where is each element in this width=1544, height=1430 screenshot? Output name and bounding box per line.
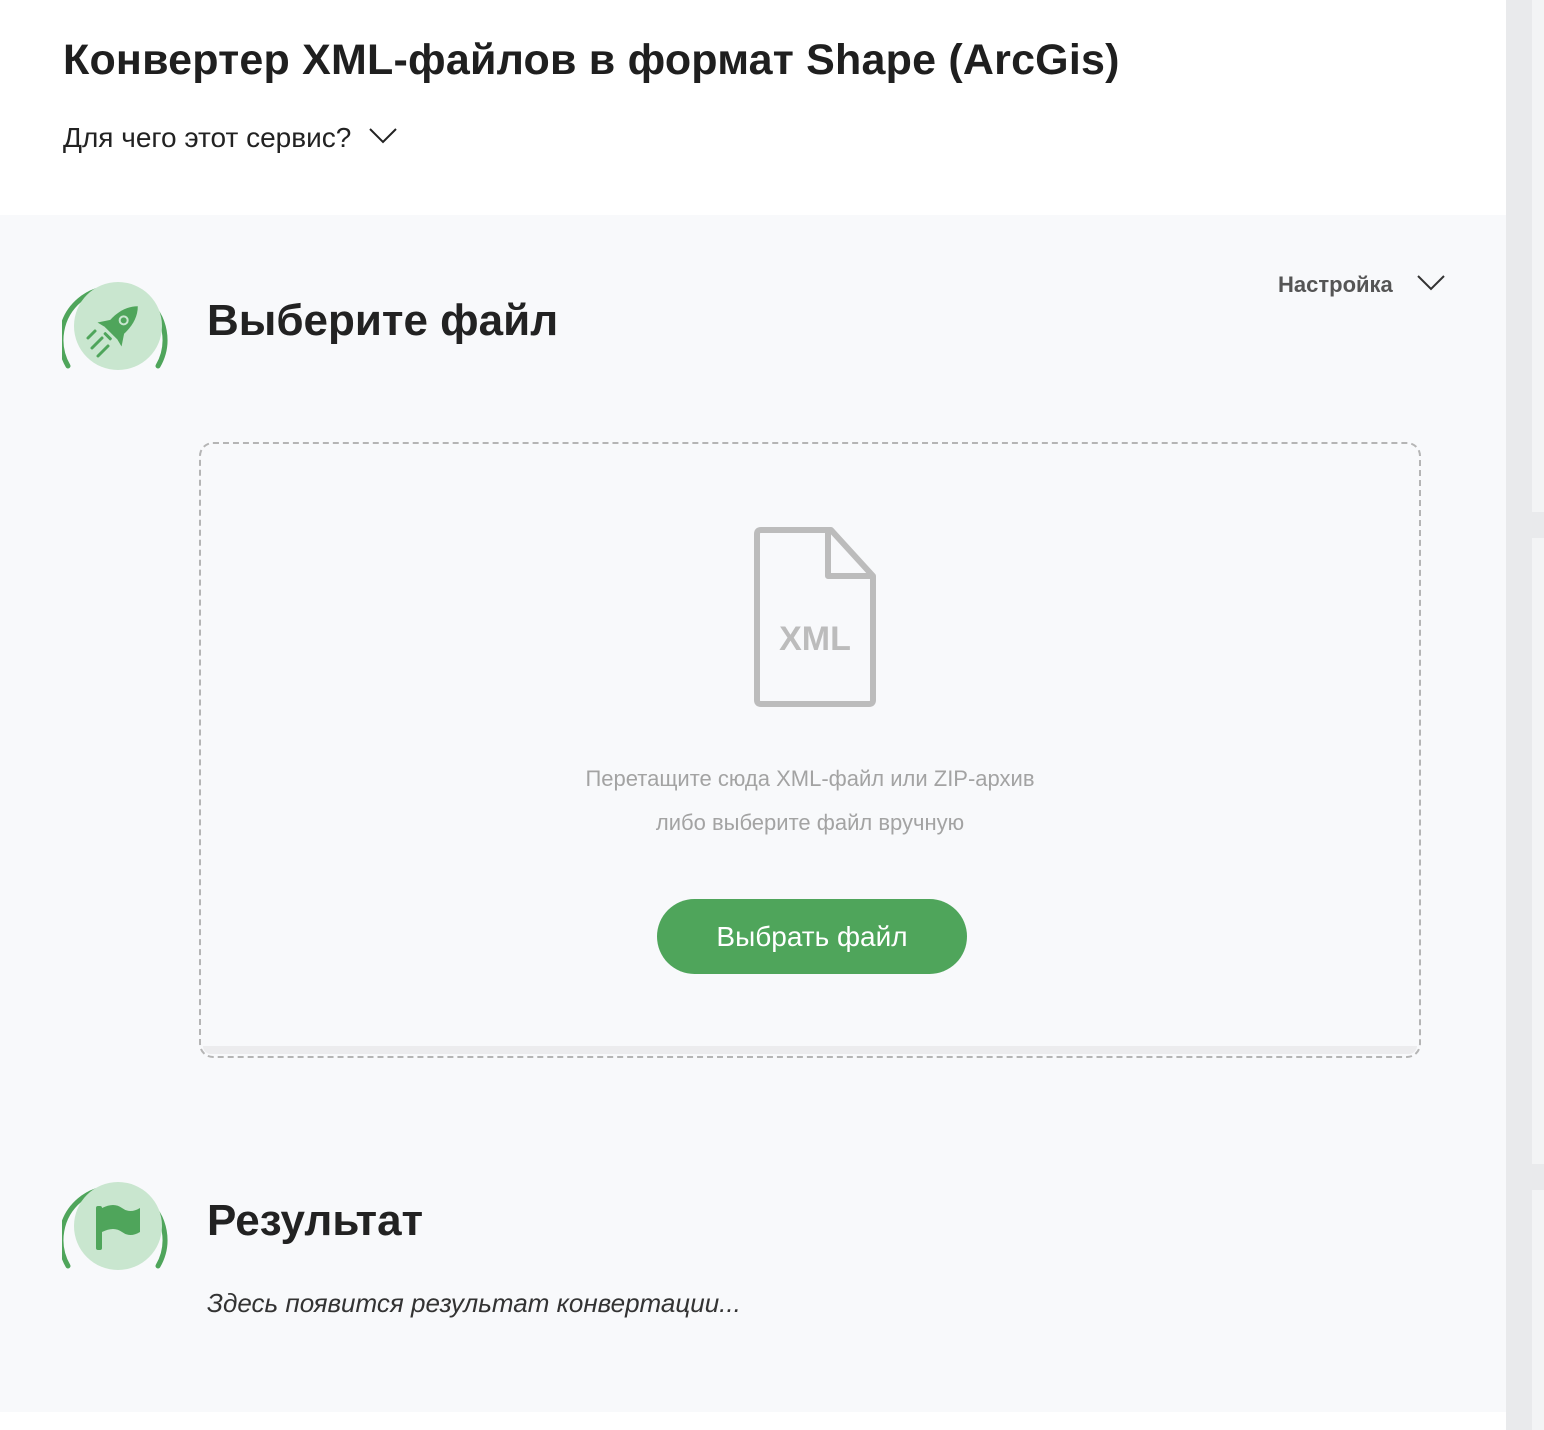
rocket-icon	[58, 276, 174, 372]
settings-label: Настройка	[1278, 272, 1393, 297]
faq-toggle[interactable]: Для чего этот сервис?	[63, 122, 398, 154]
flag-icon	[58, 1176, 174, 1272]
scrollbar-segment	[1532, 538, 1544, 1164]
scrollbar-thumb[interactable]	[1532, 0, 1544, 512]
xml-file-icon: XML	[753, 526, 879, 708]
scrollbar-segment	[1532, 1190, 1544, 1430]
page: Конвертер XML-файлов в формат Shape (Arc…	[0, 0, 1544, 1430]
xml-file-icon-text: XML	[779, 620, 851, 658]
file-dropzone[interactable]: XML Перетащите сюда XML-файл или ZIP-арх…	[199, 442, 1421, 1058]
step-result-title: Результат	[207, 1196, 424, 1245]
page-header: Конвертер XML-файлов в формат Shape (Arc…	[0, 0, 1506, 215]
chevron-down-icon	[1417, 274, 1445, 296]
dropzone-hint-line1: Перетащите сюда XML-файл или ZIP-архив	[585, 766, 1035, 791]
dropzone-footer-strip	[203, 1046, 1417, 1054]
dropzone-hint-line2: либо выберите файл вручную	[655, 810, 965, 835]
settings-toggle[interactable]: Настройка	[1278, 272, 1445, 298]
faq-toggle-label: Для чего этот сервис?	[63, 122, 352, 153]
chevron-down-icon	[369, 127, 398, 149]
step-select-title: Выберите файл	[207, 296, 559, 345]
choose-file-button[interactable]: Выбрать файл	[657, 899, 967, 974]
result-placeholder: Здесь появится результат конвертации...	[207, 1288, 741, 1318]
page-title: Конвертер XML-файлов в формат Shape (Arc…	[63, 36, 1120, 84]
